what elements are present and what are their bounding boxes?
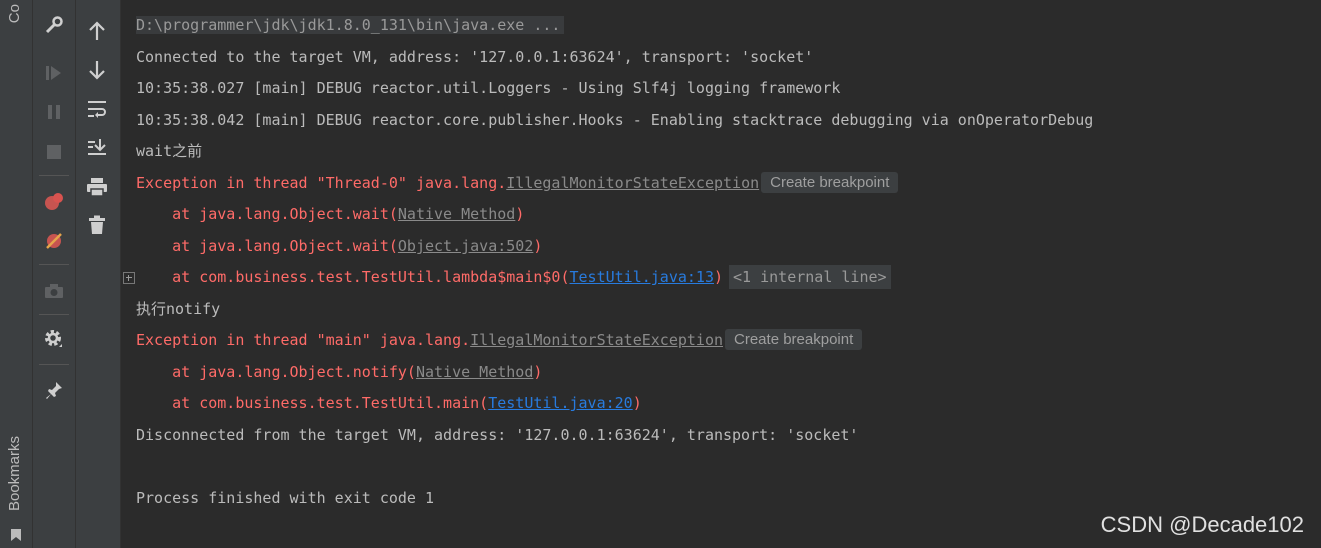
stack-frame-link[interactable]: TestUtil.java:20 xyxy=(488,394,633,412)
exception-text: Exception in thread "Thread-0" java.lang… xyxy=(136,174,507,192)
debug-toolbar xyxy=(33,0,76,548)
console-line-connected: Connected to the target VM, address: '12… xyxy=(136,48,814,66)
soft-wrap-icon[interactable] xyxy=(84,96,110,122)
camera-icon[interactable] xyxy=(41,278,67,304)
pause-icon[interactable] xyxy=(41,99,67,125)
settings-icon[interactable] xyxy=(41,326,67,352)
console-toolbar xyxy=(76,0,121,548)
stack-frame-link[interactable]: TestUtil.java:13 xyxy=(569,268,714,286)
stack-frame-line: at com.business.test.TestUtil.main(TestU… xyxy=(136,391,642,415)
stack-frame-text: at java.lang.Object.notify( xyxy=(136,363,416,381)
tool-window-tab-co[interactable]: Co xyxy=(6,4,23,23)
pin-icon[interactable] xyxy=(41,377,67,403)
stack-frame-text: at com.business.test.TestUtil.main( xyxy=(136,394,489,412)
stack-frame-line: at com.business.test.TestUtil.lambda$mai… xyxy=(136,265,891,289)
exception-class-link[interactable]: IllegalMonitorStateException xyxy=(470,331,723,349)
console-line-exec-notify: 执行notify xyxy=(136,300,221,318)
print-icon[interactable] xyxy=(84,174,110,200)
stack-frame-link[interactable]: Native Method xyxy=(416,363,533,381)
console-line-wait-before: wait之前 xyxy=(136,142,203,160)
stack-frame-text: at java.lang.Object.wait( xyxy=(136,237,398,255)
bookmark-icon[interactable] xyxy=(10,528,22,542)
up-arrow-icon[interactable] xyxy=(84,18,110,44)
exception-class-link[interactable]: IllegalMonitorStateException xyxy=(506,174,759,192)
left-tool-stripe: Co Bookmarks xyxy=(0,0,33,548)
stack-frame-line: at java.lang.Object.notify(Native Method… xyxy=(136,360,542,384)
bookmarks-tab[interactable]: Bookmarks xyxy=(6,436,23,511)
resume-icon[interactable] xyxy=(41,60,67,86)
internal-line-fold[interactable]: <1 internal line> xyxy=(729,265,891,289)
console-line-disconnected: Disconnected from the target VM, address… xyxy=(136,426,859,444)
stop-icon[interactable] xyxy=(41,139,67,165)
create-breakpoint-button[interactable]: Create breakpoint xyxy=(761,172,899,193)
stack-frame-line: at java.lang.Object.wait(Native Method) xyxy=(136,202,524,226)
stack-frame-text: at com.business.test.TestUtil.lambda$mai… xyxy=(136,268,570,286)
stack-frame-close: ) xyxy=(533,363,543,381)
console-line-process-finished: Process finished with exit code 1 xyxy=(136,489,435,507)
stack-frame-close: ) xyxy=(713,268,724,286)
stack-frame-close: ) xyxy=(515,205,525,223)
exception-text: Exception in thread "main" java.lang. xyxy=(136,331,471,349)
console-line-log2: 10:35:38.042 [main] DEBUG reactor.core.p… xyxy=(136,111,1094,129)
console-line-log1: 10:35:38.027 [main] DEBUG reactor.util.L… xyxy=(136,79,841,97)
mute-breakpoints-icon[interactable] xyxy=(41,228,67,254)
wrench-icon[interactable] xyxy=(41,12,67,38)
stack-frame-text: at java.lang.Object.wait( xyxy=(136,205,398,223)
exception-line-thread0: Exception in thread "Thread-0" java.lang… xyxy=(136,171,899,195)
stack-frame-close: ) xyxy=(533,237,543,255)
stack-frame-link[interactable]: Native Method xyxy=(398,205,515,223)
stack-frame-link[interactable]: Object.java:502 xyxy=(398,237,533,255)
stack-frame-close: ) xyxy=(632,394,642,412)
down-arrow-icon[interactable] xyxy=(84,57,110,83)
watermark: CSDN @Decade102 xyxy=(1100,512,1304,537)
command-line[interactable]: D:\programmer\jdk\jdk1.8.0_131\bin\java.… xyxy=(136,16,565,34)
console-output[interactable]: D:\programmer\jdk\jdk1.8.0_131\bin\java.… xyxy=(121,0,1321,548)
scroll-to-end-icon[interactable] xyxy=(84,134,110,160)
create-breakpoint-button[interactable]: Create breakpoint xyxy=(725,329,863,350)
exception-line-main: Exception in thread "main" java.lang.Ill… xyxy=(136,328,863,352)
console-line-command: D:\programmer\jdk\jdk1.8.0_131\bin\java.… xyxy=(136,13,565,37)
fold-expand-icon[interactable] xyxy=(123,272,135,284)
view-breakpoints-icon[interactable] xyxy=(41,188,67,214)
stack-frame-line: at java.lang.Object.wait(Object.java:502… xyxy=(136,234,542,258)
trash-icon[interactable] xyxy=(84,212,110,238)
